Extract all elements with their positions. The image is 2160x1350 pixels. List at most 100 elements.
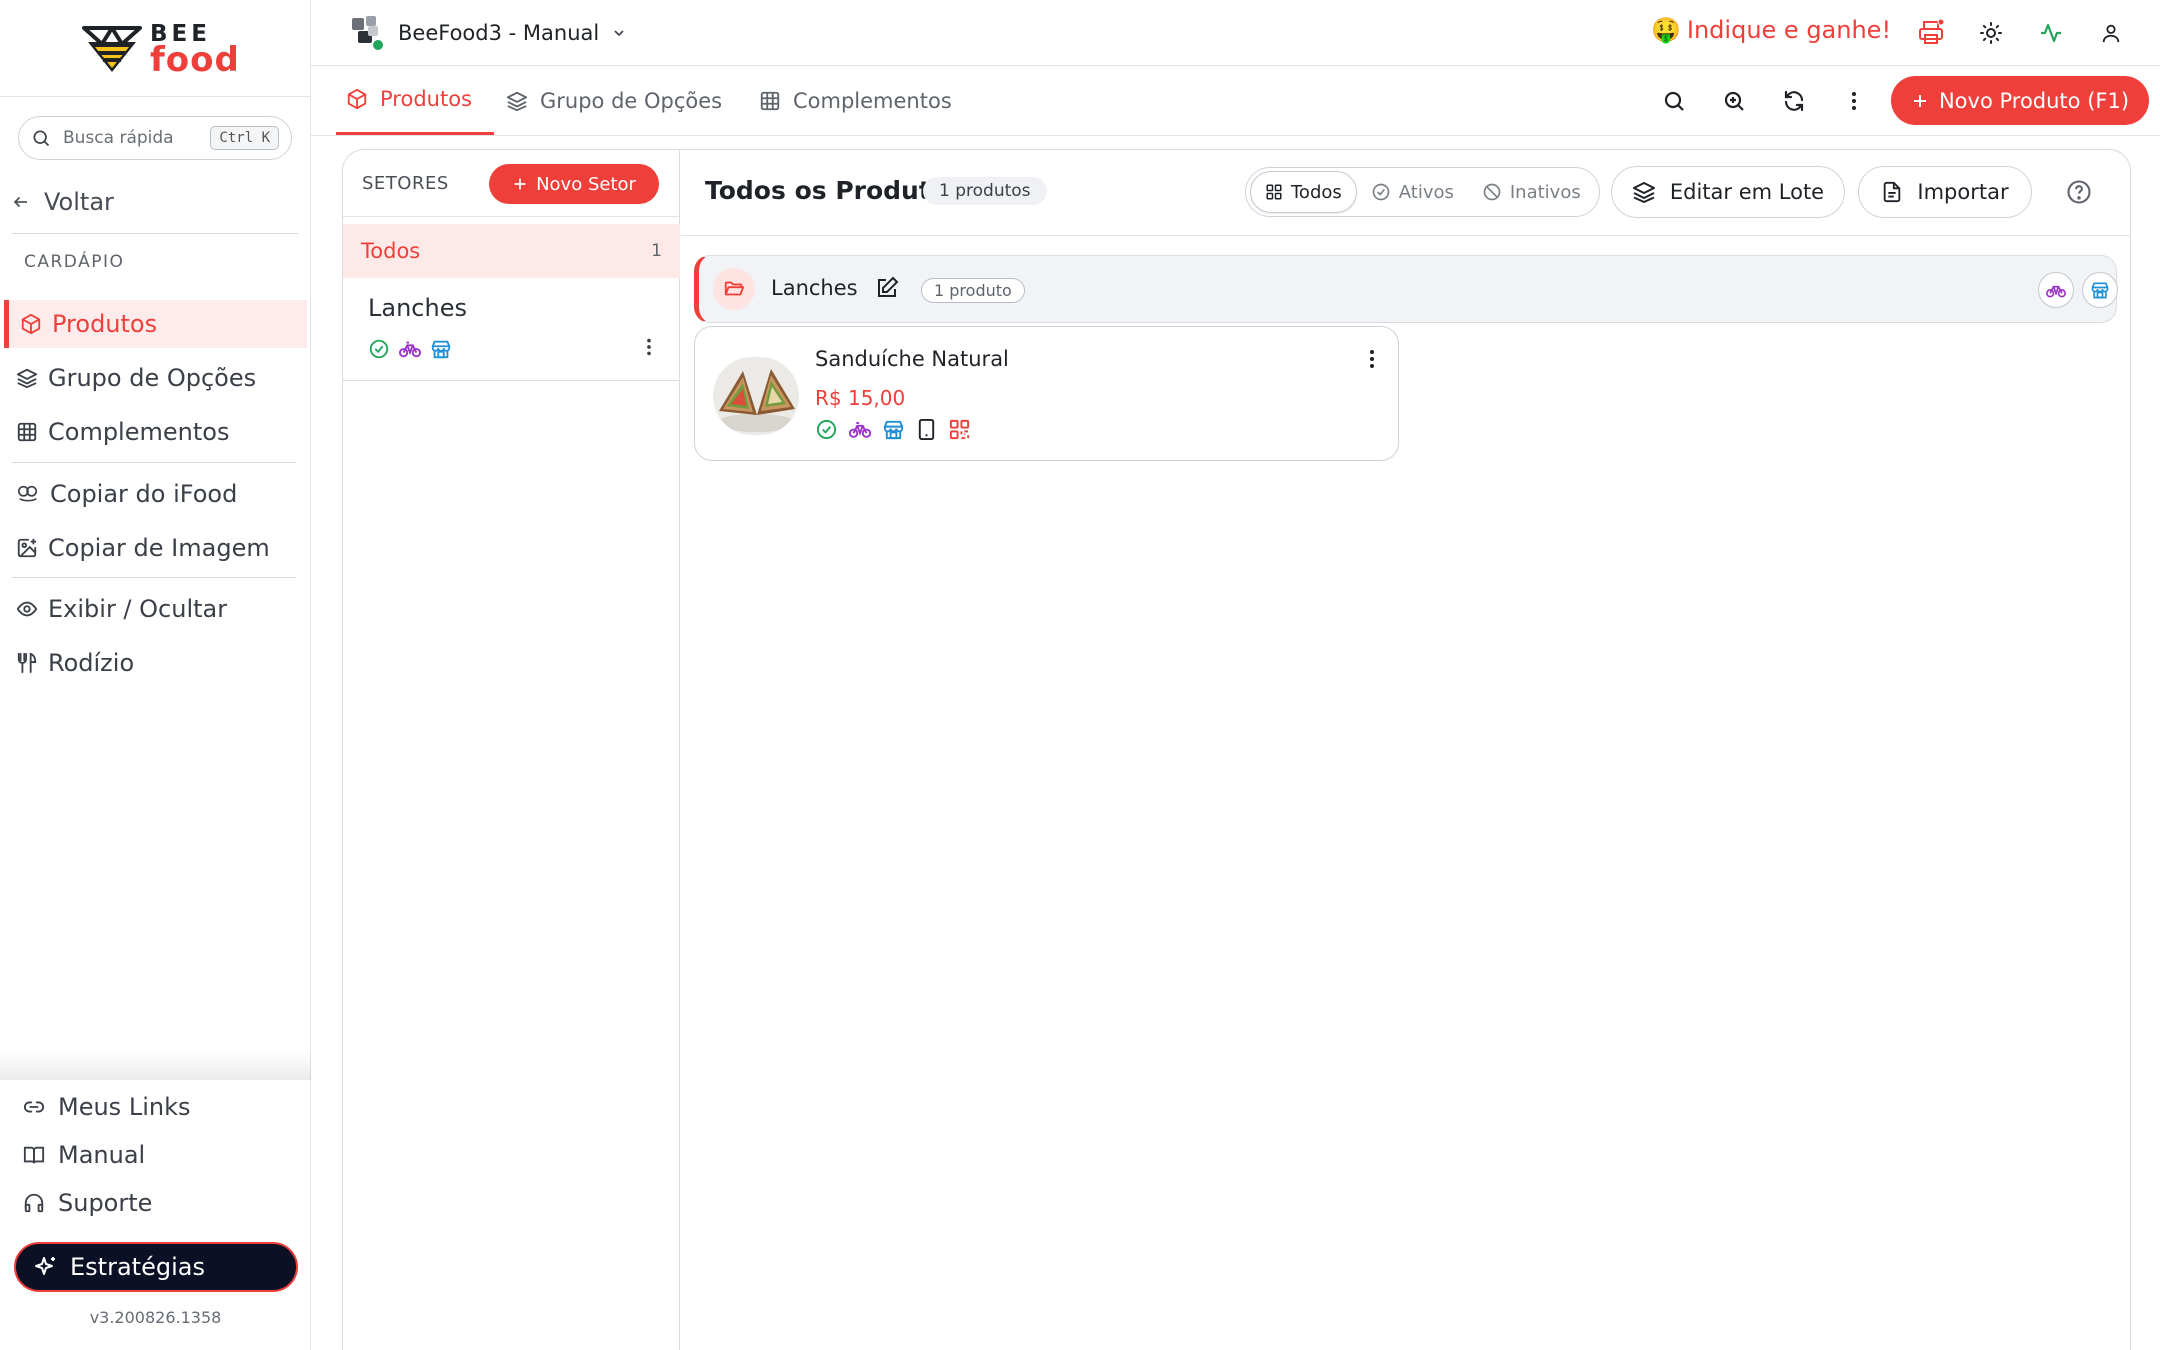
sector-item-todos[interactable]: Todos 1 [343,224,680,278]
user-button[interactable] [2096,18,2126,48]
search-icon [33,130,50,147]
tab-grupo-opcoes[interactable]: Grupo de Opções [506,66,722,135]
filter-ativos[interactable]: Ativos [1357,171,1468,213]
sidebar-item-label: Produtos [52,310,158,338]
sidebar-item-label: Complementos [48,418,230,446]
qr-code-icon [949,419,970,440]
refresh-icon [1784,90,1804,112]
bicycle-icon [399,341,421,358]
product-card[interactable]: Sanduíche Natural R$ 15,00 [694,326,1399,461]
arrow-left-icon [13,196,27,208]
grid-icon [17,422,37,442]
products-panel: Todos os Produtos 1 produtos Todos Ativo… [681,150,2130,1350]
sun-icon [1980,22,2002,44]
activity-icon [2041,23,2061,43]
sidebar-item-copiar-ifood[interactable]: Copiar do iFood [4,470,307,518]
sector-item-lanches[interactable]: Lanches [343,278,680,381]
tab-label: Complementos [793,88,952,113]
store-selector[interactable]: BeeFood3 - Manual [348,14,627,52]
batch-edit-button[interactable]: Editar em Lote [1611,166,1845,218]
sector-label: Todos [361,239,421,263]
sidebar-item-label: Copiar de Imagem [48,534,270,562]
search-button[interactable] [1659,86,1689,116]
folder-open-icon [713,268,755,310]
sector-status-icons [368,338,452,360]
quick-search-placeholder: Busca rápida [63,128,174,148]
sidebar-item-rodizio[interactable]: Rodízio [4,639,307,687]
logo-area: BEE food [0,0,310,97]
product-options-button[interactable] [1360,347,1384,371]
store-icon [2091,282,2109,299]
delivery-toggle[interactable] [2038,272,2074,308]
group-title: Lanches [771,276,858,300]
theme-toggle[interactable] [1976,18,2006,48]
bottom-item-label: Meus Links [58,1093,191,1121]
box-icon [347,88,367,110]
new-sector-label: Novo Setor [536,173,636,195]
image-add-icon [17,538,37,558]
grid-2x2-icon [1266,184,1282,200]
filter-label: Ativos [1398,181,1454,203]
edit-sector-button[interactable] [875,276,899,300]
user-icon [2102,24,2120,43]
check-circle-icon [369,339,389,359]
zoom-button[interactable] [1719,86,1749,116]
tab-produtos[interactable]: Produtos [336,66,494,135]
plus-icon [514,178,526,190]
status-filter: Todos Ativos Inativos [1245,167,1600,217]
link-icon [23,1101,45,1113]
activity-button[interactable] [2036,18,2066,48]
sidebar-item-grupo-opcoes[interactable]: Grupo de Opções [4,354,307,402]
new-sector-button[interactable]: Novo Setor [489,164,659,204]
store-icon [431,340,451,359]
import-button[interactable]: Importar [1858,166,2032,218]
strategies-button[interactable]: Estratégias [14,1242,298,1292]
sidebar: BEE food Busca rápida Ctrl K Voltar CARD… [0,0,311,1350]
sidebar-item-meus-links[interactable]: Meus Links [22,1093,190,1121]
product-image [713,357,799,435]
store-avatar-icon [352,16,385,52]
menu-content: SETORES Novo Setor Todos 1 Lanches Todos [342,149,2131,1350]
tab-label: Produtos [380,87,472,111]
referral-link[interactable]: 🤑 Indique e ganhe! [1651,16,1891,44]
refresh-button[interactable] [1779,86,1809,116]
tab-complementos[interactable]: Complementos [759,66,952,135]
batch-edit-label: Editar em Lote [1669,180,1825,204]
sidebar-item-label: Rodízio [48,649,135,677]
sidebar-item-copiar-imagem[interactable]: Copiar de Imagem [4,524,307,572]
more-options-button[interactable] [1839,86,1869,116]
plus-icon [1913,94,1926,107]
filter-inativos[interactable]: Inativos [1468,171,1595,213]
bicycle-icon [848,422,872,438]
quick-search-input[interactable]: Busca rápida Ctrl K [18,116,292,160]
bicycle-icon [2046,285,2066,298]
zoom-in-icon [1724,91,1744,111]
tab-label: Grupo de Opções [540,88,723,113]
product-price: R$ 15,00 [815,386,906,410]
product-name: Sanduíche Natural [815,347,1009,371]
store-toggle[interactable] [2082,272,2118,308]
import-label: Importar [1917,180,2009,204]
store-icon [883,420,904,440]
filter-todos[interactable]: Todos [1250,171,1357,213]
sidebar-item-exibir-ocultar[interactable]: Exibir / Ocultar [4,585,307,633]
group-count-badge: 1 produto [921,278,1025,303]
sectors-panel: SETORES Novo Setor Todos 1 Lanches [343,150,680,1350]
ifood-icon [18,485,38,502]
sidebar-item-produtos[interactable]: Produtos [4,300,307,348]
sidebar-item-suporte[interactable]: Suporte [22,1189,152,1217]
printer-button[interactable] [1916,18,1946,48]
sector-options-button[interactable] [638,336,660,358]
sidebar-item-complementos[interactable]: Complementos [4,408,307,456]
shortcut-badge: Ctrl K [210,126,279,150]
back-link[interactable]: Voltar [12,188,114,216]
product-channel-icons [815,418,971,441]
money-face-icon: 🤑 [1651,16,1681,44]
sector-group-header: Lanches 1 produto [694,255,2118,323]
help-button[interactable] [2065,178,2093,206]
back-label: Voltar [44,188,114,216]
sidebar-item-manual[interactable]: Manual [22,1141,145,1169]
new-product-button[interactable]: Novo Produto (F1) [1891,76,2149,125]
book-icon [23,1146,45,1164]
new-product-label: Novo Produto (F1) [1938,88,2130,113]
